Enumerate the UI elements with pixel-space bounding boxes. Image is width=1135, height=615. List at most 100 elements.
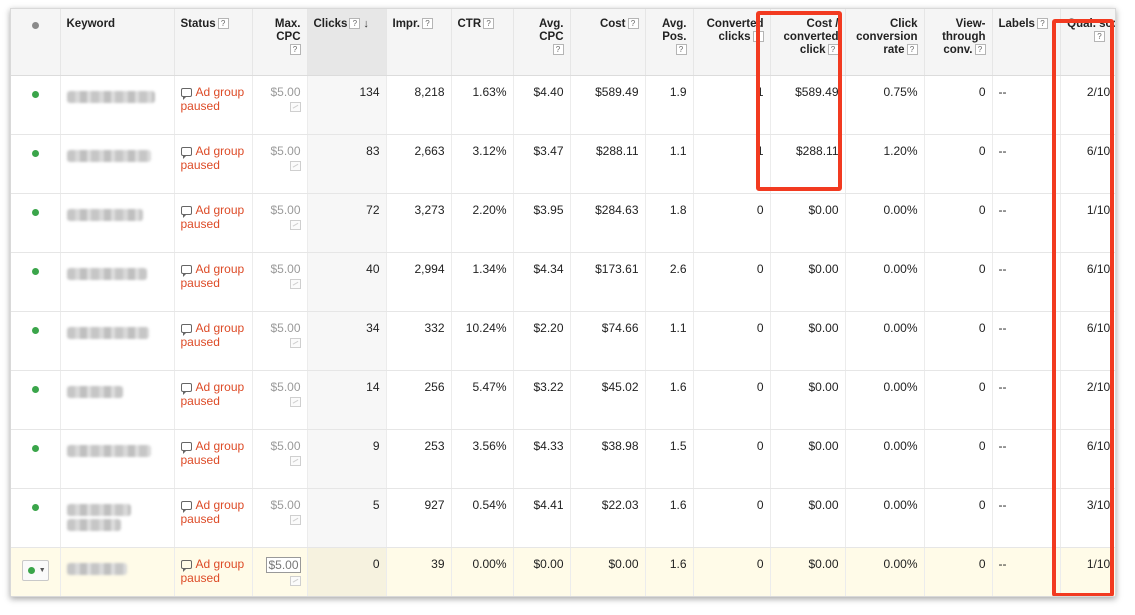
row-status-cell[interactable] xyxy=(11,193,61,253)
status-cell[interactable]: Ad group paused xyxy=(174,311,253,371)
help-icon[interactable]: ? xyxy=(906,44,918,55)
column-header-labels[interactable]: Labels? xyxy=(992,9,1061,76)
table-row[interactable]: Ad group paused $5.00 5 927 0.54% $4.41 $22.03… xyxy=(11,488,1115,548)
max-cpc-cell[interactable]: $5.00 xyxy=(252,429,308,489)
column-header-ctr[interactable]: CTR? xyxy=(451,9,514,76)
row-status-cell[interactable] xyxy=(11,252,61,312)
column-header-click-conversion-rate[interactable]: Click conversion rate? xyxy=(845,9,925,76)
keyword-cell[interactable] xyxy=(60,547,175,596)
column-header-max-cpc[interactable]: Max. CPC? xyxy=(252,9,308,76)
table-row[interactable]: Ad group paused $5.00 34 332 10.24% $2.20 $74.… xyxy=(11,311,1115,371)
column-header-impr[interactable]: Impr.? xyxy=(386,9,452,76)
keyword-cell[interactable] xyxy=(60,134,175,194)
max-cpc-value[interactable]: $5.00 xyxy=(259,262,300,276)
speech-bubble-icon[interactable] xyxy=(180,264,192,277)
max-cpc-cell[interactable]: $5.00 xyxy=(252,311,308,371)
row-status-cell[interactable]: ▼ xyxy=(11,547,61,596)
max-cpc-cell[interactable]: $5.00 xyxy=(252,488,308,548)
help-icon[interactable]: ? xyxy=(552,44,564,55)
column-header-cost-per-converted-click[interactable]: Cost / converted click? xyxy=(770,9,846,76)
help-icon[interactable]: ? xyxy=(974,44,986,55)
bid-chart-icon[interactable] xyxy=(289,396,301,407)
table-row[interactable]: Ad group paused $5.00 40 2,994 1.34% $4.34 $17… xyxy=(11,252,1115,312)
speech-bubble-icon[interactable] xyxy=(180,323,192,336)
column-header-converted-clicks[interactable]: Converted clicks? xyxy=(693,9,771,76)
help-icon[interactable]: ? xyxy=(675,44,687,55)
help-icon[interactable]: ? xyxy=(421,18,433,29)
help-icon[interactable]: ? xyxy=(349,18,361,29)
max-cpc-value[interactable]: $5.00 xyxy=(259,321,300,335)
bid-chart-icon[interactable] xyxy=(289,575,301,586)
row-status-cell[interactable] xyxy=(11,311,61,371)
max-cpc-value[interactable]: $5.00 xyxy=(259,203,300,217)
column-header-keyword[interactable]: Keyword xyxy=(60,9,175,76)
status-cell[interactable]: Ad group paused xyxy=(174,193,253,253)
row-status-cell[interactable] xyxy=(11,75,61,135)
status-cell[interactable]: Ad group paused xyxy=(174,488,253,548)
row-status-cell[interactable] xyxy=(11,429,61,489)
bid-chart-icon[interactable] xyxy=(289,278,301,289)
help-icon[interactable]: ? xyxy=(289,44,301,55)
bid-chart-icon[interactable] xyxy=(289,455,301,466)
max-cpc-value[interactable]: $5.00 xyxy=(259,439,300,453)
help-icon[interactable]: ? xyxy=(827,44,839,55)
speech-bubble-icon[interactable] xyxy=(180,205,192,218)
keyword-cell[interactable] xyxy=(60,370,175,430)
max-cpc-cell[interactable]: $5.00 xyxy=(252,252,308,312)
column-header-avg-pos[interactable]: Avg. Pos.? xyxy=(645,9,694,76)
speech-bubble-icon[interactable] xyxy=(180,146,192,159)
help-icon[interactable]: ? xyxy=(752,31,764,42)
max-cpc-cell[interactable]: $5.00 xyxy=(252,193,308,253)
table-row[interactable]: Ad group paused $5.00 14 256 5.47% $3.22 $45.0… xyxy=(11,370,1115,430)
table-row[interactable]: ▼ Ad group paused $5.00 0 39 0.00% $0.00 $0.00 1… xyxy=(11,547,1115,596)
bid-chart-icon[interactable] xyxy=(289,160,301,171)
max-cpc-cell[interactable]: $5.00 xyxy=(252,75,308,135)
max-cpc-value[interactable]: $5.00 xyxy=(266,556,301,573)
max-cpc-cell[interactable]: $5.00 xyxy=(252,547,308,596)
help-icon[interactable]: ? xyxy=(1036,18,1048,29)
status-cell[interactable]: Ad group paused xyxy=(174,134,253,194)
status-dropdown[interactable]: ▼ xyxy=(21,559,49,581)
status-cell[interactable]: Ad group paused xyxy=(174,252,253,312)
status-dot-header[interactable] xyxy=(11,9,61,76)
column-header-view-through-conv[interactable]: View-through conv.? xyxy=(924,9,993,76)
keyword-cell[interactable] xyxy=(60,193,175,253)
max-cpc-cell[interactable]: $5.00 xyxy=(252,370,308,430)
max-cpc-cell[interactable]: $5.00 xyxy=(252,134,308,194)
row-status-cell[interactable] xyxy=(11,488,61,548)
table-row[interactable]: Ad group paused $5.00 72 3,273 2.20% $3.95 $28… xyxy=(11,193,1115,253)
max-cpc-value[interactable]: $5.00 xyxy=(259,85,300,99)
help-icon[interactable]: ? xyxy=(627,18,639,29)
bid-chart-icon[interactable] xyxy=(289,514,301,525)
keyword-cell[interactable] xyxy=(60,311,175,371)
max-cpc-value[interactable]: $5.00 xyxy=(259,380,300,394)
max-cpc-value[interactable]: $5.00 xyxy=(259,498,300,512)
speech-bubble-icon[interactable] xyxy=(180,441,192,454)
row-status-cell[interactable] xyxy=(11,370,61,430)
table-row[interactable]: Ad group paused $5.00 83 2,663 3.12% $3.47 $28… xyxy=(11,134,1115,194)
help-icon[interactable]: ? xyxy=(483,18,495,29)
speech-bubble-icon[interactable] xyxy=(180,559,192,572)
bid-chart-icon[interactable] xyxy=(289,337,301,348)
status-cell[interactable]: Ad group paused xyxy=(174,75,253,135)
table-row[interactable]: Ad group paused $5.00 9 253 3.56% $4.33 $38.98… xyxy=(11,429,1115,489)
bid-chart-icon[interactable] xyxy=(289,219,301,230)
row-status-cell[interactable] xyxy=(11,134,61,194)
status-cell[interactable]: Ad group paused xyxy=(174,429,253,489)
help-icon[interactable]: ? xyxy=(1094,31,1105,42)
column-header-status[interactable]: Status? xyxy=(174,9,253,76)
bid-chart-icon[interactable] xyxy=(289,101,301,112)
column-header-qual-score[interactable]: Qual. score? xyxy=(1060,9,1115,76)
column-header-clicks[interactable]: Clicks? ↓ xyxy=(307,9,387,76)
speech-bubble-icon[interactable] xyxy=(180,500,192,513)
table-row[interactable]: Ad group paused $5.00 134 8,218 1.63% $4.40 $5… xyxy=(11,75,1115,135)
keyword-cell[interactable] xyxy=(60,252,175,312)
speech-bubble-icon[interactable] xyxy=(180,87,192,100)
keyword-cell[interactable] xyxy=(60,75,175,135)
max-cpc-value[interactable]: $5.00 xyxy=(259,144,300,158)
status-cell[interactable]: Ad group paused xyxy=(174,370,253,430)
help-icon[interactable]: ? xyxy=(217,18,229,29)
speech-bubble-icon[interactable] xyxy=(180,382,192,395)
status-cell[interactable]: Ad group paused xyxy=(174,547,253,596)
keyword-cell[interactable] xyxy=(60,488,175,548)
